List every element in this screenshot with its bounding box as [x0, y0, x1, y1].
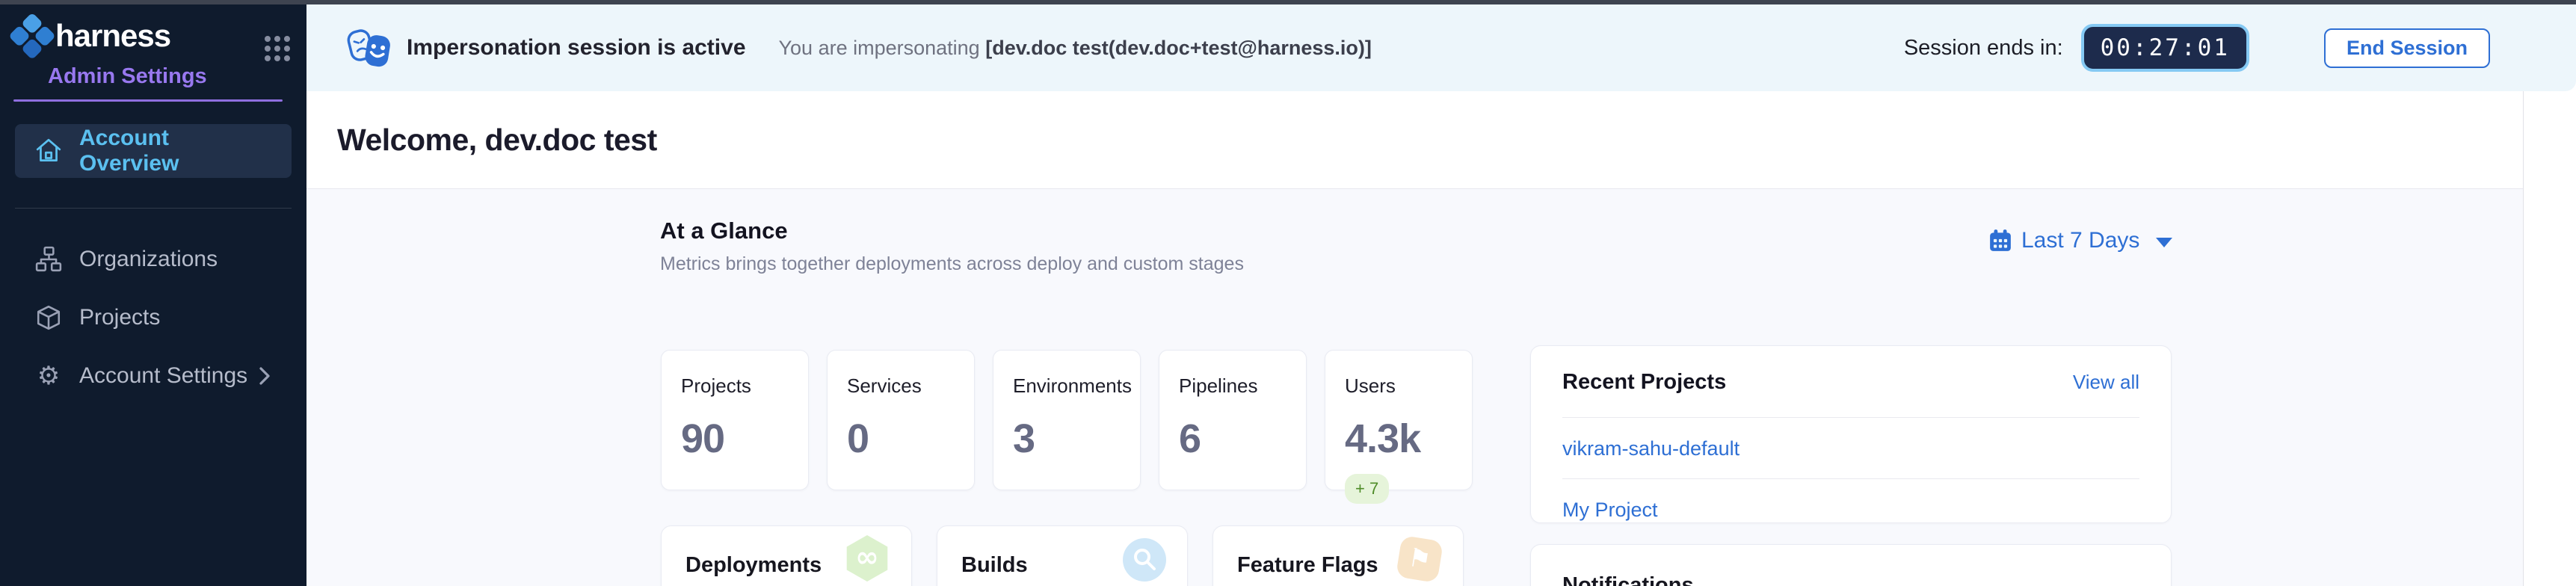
metric-label: Pipelines — [1179, 374, 1287, 398]
sidebar-item-label: Account Overview — [79, 126, 272, 176]
sidebar: harness Admin Settings Account Overview — [0, 4, 306, 586]
main-content: At a Glance Metrics brings together depl… — [306, 189, 2523, 586]
caret-down-icon — [2156, 238, 2172, 247]
metric-value: 0 — [847, 416, 955, 462]
page-title: Welcome, dev.doc test — [337, 123, 657, 158]
admin-settings-underline — [13, 99, 283, 102]
organizations-icon — [34, 245, 63, 274]
date-range-selector[interactable]: Last 7 Days — [1988, 228, 2172, 253]
metric-label: Environments — [1013, 374, 1121, 398]
sidebar-item-organizations[interactable]: Organizations — [15, 237, 292, 282]
builds-magnifier-icon — [1123, 538, 1166, 582]
calendar-icon — [1988, 229, 2012, 253]
at-a-glance-title: At a Glance — [660, 218, 1244, 244]
date-range-label: Last 7 Days — [2021, 228, 2139, 253]
module-grid-icon[interactable] — [265, 36, 290, 61]
impersonated-user: [dev.doc test(dev.doc+test@harness.io)] — [985, 37, 1372, 59]
page-header: Welcome, dev.doc test — [306, 91, 2523, 189]
harness-logo-icon — [7, 12, 56, 61]
at-a-glance-subtitle: Metrics brings together deployments acro… — [660, 253, 1244, 275]
module-card-builds[interactable]: Builds — [937, 525, 1188, 586]
sidebar-logo-row: harness — [0, 4, 306, 61]
sidebar-item-projects[interactable]: Projects — [15, 295, 292, 340]
banner-title: Impersonation session is active — [407, 35, 746, 61]
home-icon — [34, 137, 63, 165]
admin-settings-label: Admin Settings — [48, 64, 306, 89]
masks-icon — [345, 27, 395, 69]
metrics-row: Projects 90 Services 0 Environments 3 Pi… — [661, 350, 1473, 490]
feature-flag-icon: ⚑ — [1396, 535, 1443, 583]
metric-card-pipelines[interactable]: Pipelines 6 — [1159, 350, 1307, 490]
sidebar-item-account-settings[interactable]: ⚙ Account Settings — [15, 354, 292, 398]
recent-project-link[interactable]: My Project — [1562, 479, 2139, 540]
metric-card-projects[interactable]: Projects 90 — [661, 350, 809, 490]
banner-subtitle-prefix: You are impersonating — [779, 37, 980, 59]
projects-icon — [34, 303, 63, 332]
right-gutter — [2523, 91, 2576, 586]
sidebar-item-label: Account Settings — [79, 363, 247, 389]
chevron-right-icon — [257, 365, 272, 387]
recent-projects-title: Recent Projects — [1562, 370, 1726, 395]
modules-row: Deployments ∞ Builds Feature Flags ⚑ — [661, 525, 1464, 586]
recent-project-link[interactable]: vikram-sahu-default — [1562, 418, 2139, 478]
metric-card-environments[interactable]: Environments 3 — [993, 350, 1141, 490]
recent-projects-panel: Recent Projects View all vikram-sahu-def… — [1530, 345, 2172, 523]
sidebar-item-label: Projects — [79, 305, 160, 330]
end-session-button[interactable]: End Session — [2324, 28, 2490, 68]
metric-value: 6 — [1179, 416, 1287, 462]
metric-value: 4.3k — [1345, 416, 1452, 462]
sidebar-item-account-overview[interactable]: Account Overview — [15, 124, 292, 178]
harness-logo-text: harness — [55, 16, 170, 55]
metric-value: 3 — [1013, 416, 1121, 462]
banner-subtitle: You are impersonating [dev.doc test(dev.… — [779, 37, 1372, 60]
impersonation-banner: Impersonation session is active You are … — [306, 4, 2576, 91]
metric-label: Users — [1345, 374, 1452, 398]
metric-value: 90 — [681, 416, 789, 462]
metric-card-services[interactable]: Services 0 — [827, 350, 975, 490]
session-ends-label: Session ends in: — [1904, 36, 2063, 61]
sidebar-divider — [15, 208, 292, 209]
metric-card-users[interactable]: Users 4.3k + 7 — [1325, 350, 1473, 490]
screen: harness Admin Settings Account Overview — [0, 0, 2576, 586]
metric-label: Services — [847, 374, 955, 398]
view-all-link[interactable]: View all — [2073, 371, 2139, 394]
module-card-deployments[interactable]: Deployments ∞ — [661, 525, 912, 586]
users-delta-badge: + 7 — [1345, 474, 1389, 504]
module-card-feature-flags[interactable]: Feature Flags ⚑ — [1212, 525, 1464, 586]
sidebar-nav: Account Overview Organizations — [0, 124, 306, 398]
at-a-glance-header: At a Glance Metrics brings together depl… — [660, 218, 1244, 275]
metric-label: Projects — [681, 374, 789, 398]
notifications-panel: Notifications — [1530, 544, 2172, 586]
sidebar-item-label: Organizations — [79, 247, 218, 272]
notifications-title: Notifications — [1562, 573, 2139, 586]
gear-icon: ⚙ — [34, 362, 63, 390]
session-timer: 00:27:01 — [2081, 24, 2249, 72]
